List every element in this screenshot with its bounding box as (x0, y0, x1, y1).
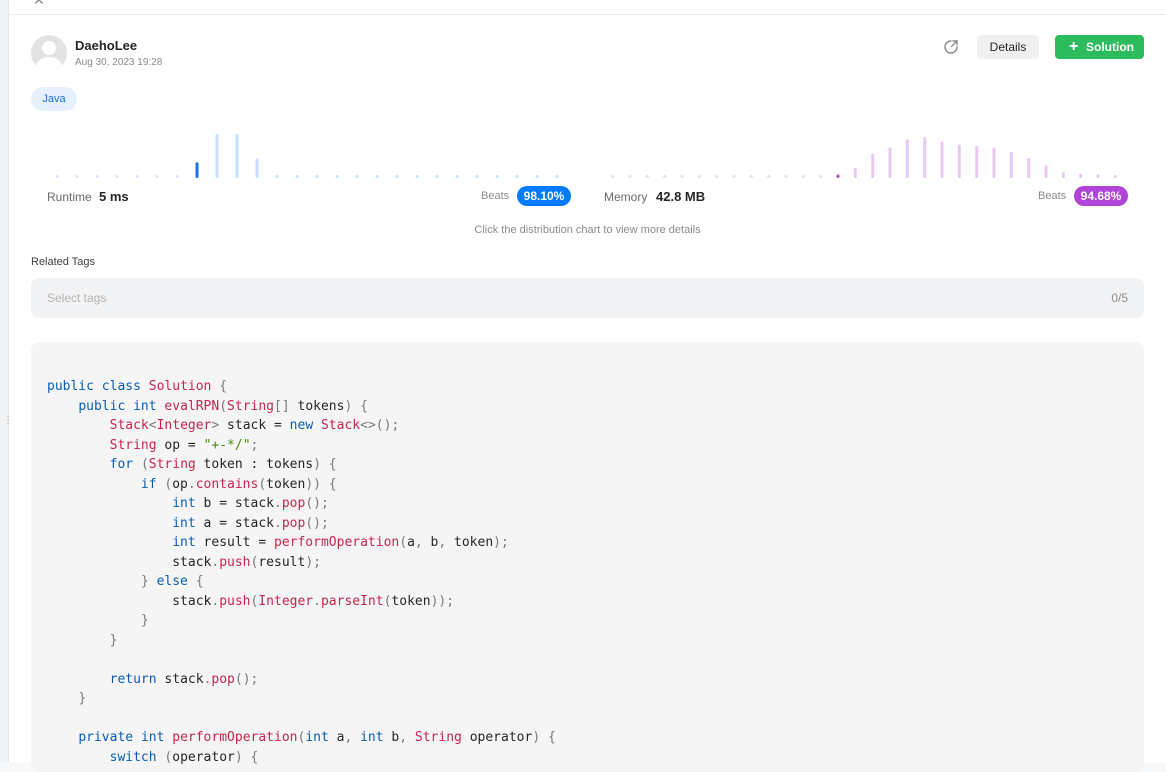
tags-placeholder: Select tags (47, 291, 107, 305)
runtime-bar[interactable] (555, 175, 559, 178)
tags-input[interactable]: Select tags 0/5 (31, 278, 1144, 318)
runtime-bar[interactable] (175, 175, 179, 178)
runtime-bar[interactable] (135, 175, 139, 178)
memory-bar[interactable] (628, 175, 632, 178)
chart-hint: Click the distribution chart to view mor… (474, 224, 701, 236)
memory-bar[interactable] (836, 174, 840, 179)
memory-bar[interactable] (611, 175, 615, 178)
runtime-bar[interactable] (275, 175, 279, 178)
runtime-bar[interactable] (95, 175, 99, 178)
username[interactable]: DaehoLee (75, 38, 137, 53)
memory-value: 42.8 MB (656, 189, 706, 204)
runtime-bar[interactable] (155, 175, 159, 178)
runtime-bar[interactable] (215, 134, 219, 178)
memory-bar[interactable] (940, 141, 944, 179)
memory-bar[interactable] (871, 153, 875, 178)
memory-distribution-chart[interactable] (604, 126, 1124, 180)
memory-bar[interactable] (1113, 175, 1117, 178)
runtime-bar[interactable] (315, 175, 319, 178)
timestamp: Aug 30, 2023 19:28 (75, 57, 163, 68)
solution-button-label: Solution (1086, 40, 1134, 54)
runtime-value: 5 ms (99, 189, 129, 204)
drag-handle-icon[interactable]: ⋮ (3, 416, 13, 426)
close-icon[interactable]: ✕ (33, 0, 45, 9)
runtime-bar[interactable] (115, 175, 119, 178)
memory-bar[interactable] (975, 145, 979, 178)
memory-bar[interactable] (1009, 151, 1013, 178)
memory-bar[interactable] (749, 175, 753, 178)
memory-bar[interactable] (923, 137, 927, 178)
runtime-bar[interactable] (455, 175, 459, 178)
tags-count: 0/5 (1111, 291, 1128, 305)
runtime-bar[interactable] (395, 175, 399, 178)
memory-bar[interactable] (957, 144, 961, 178)
solution-button[interactable]: + Solution (1055, 35, 1144, 59)
memory-bar[interactable] (801, 175, 805, 178)
solution-panel: ✕ DaehoLee Aug 30, 2023 19:28 Details + … (9, 0, 1166, 772)
memory-bar[interactable] (888, 147, 892, 178)
runtime-bar[interactable] (235, 134, 239, 178)
language-tag[interactable]: Java (31, 87, 77, 111)
related-tags-title: Related Tags (31, 256, 96, 268)
memory-beats-label: Beats (1038, 190, 1067, 202)
runtime-bar[interactable] (495, 175, 499, 178)
runtime-bar[interactable] (375, 175, 379, 178)
top-bar: ✕ (9, 0, 1166, 15)
runtime-bar[interactable] (355, 175, 359, 178)
memory-bar[interactable] (663, 175, 667, 178)
code-text: public class Solution { public int evalR… (47, 379, 556, 765)
memory-bar[interactable] (1079, 173, 1083, 178)
runtime-bar[interactable] (415, 175, 419, 178)
memory-bar[interactable] (905, 139, 909, 178)
runtime-bar[interactable] (295, 175, 299, 178)
avatar-icon[interactable] (31, 35, 67, 71)
memory-bar[interactable] (992, 147, 996, 178)
memory-bar[interactable] (767, 175, 771, 178)
runtime-bar[interactable] (335, 175, 339, 178)
runtime-bar[interactable] (435, 175, 439, 178)
memory-bar[interactable] (715, 175, 719, 178)
runtime-distribution-chart[interactable] (47, 126, 567, 180)
memory-bar[interactable] (853, 167, 857, 178)
runtime-bar[interactable] (535, 175, 539, 178)
memory-bar[interactable] (784, 175, 788, 178)
memory-bar[interactable] (819, 175, 823, 178)
share-icon[interactable] (942, 38, 960, 56)
memory-bar[interactable] (680, 175, 684, 178)
runtime-beats-label: Beats (481, 190, 510, 202)
runtime-bar[interactable] (55, 175, 59, 178)
left-gutter: ⋮ (0, 0, 13, 762)
memory-bar[interactable] (1096, 174, 1100, 179)
memory-bar[interactable] (1044, 165, 1048, 178)
runtime-bar[interactable] (475, 175, 479, 178)
runtime-bar[interactable] (195, 162, 199, 178)
memory-bar[interactable] (732, 175, 736, 178)
code-block[interactable]: public class Solution { public int evalR… (31, 342, 1144, 772)
runtime-bar[interactable] (255, 158, 259, 178)
runtime-bar[interactable] (515, 175, 519, 178)
memory-bar[interactable] (1027, 157, 1031, 178)
runtime-beats-badge: 98.10% (517, 186, 571, 206)
memory-bar[interactable] (697, 175, 701, 178)
memory-label: Memory (604, 190, 648, 204)
memory-bar[interactable] (645, 175, 649, 178)
runtime-label: Runtime (47, 190, 92, 204)
memory-beats-badge: 94.68% (1074, 186, 1128, 206)
details-button[interactable]: Details (977, 35, 1039, 59)
memory-bar[interactable] (1061, 172, 1065, 178)
runtime-bar[interactable] (75, 175, 79, 178)
plus-icon: + (1069, 38, 1079, 55)
